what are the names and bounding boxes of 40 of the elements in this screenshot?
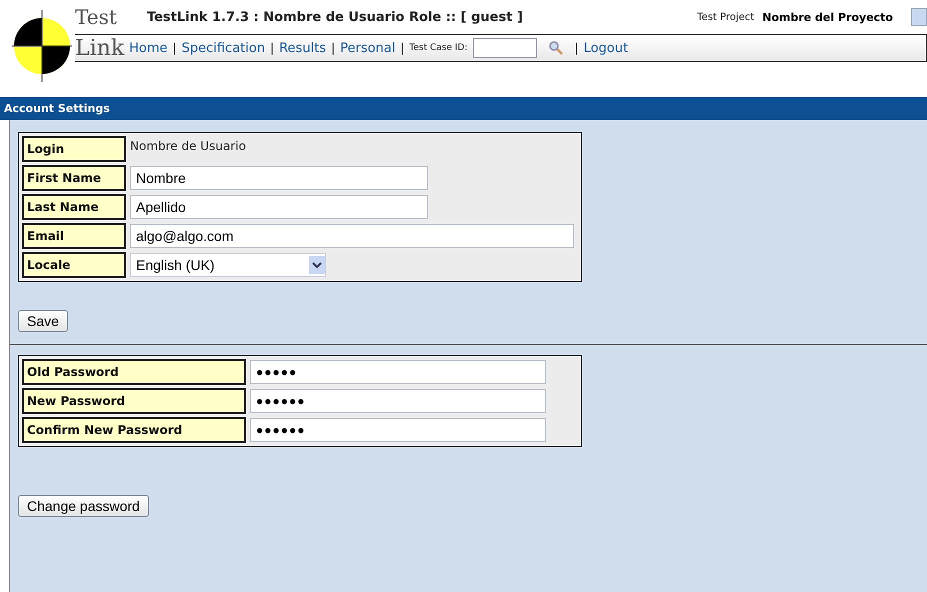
login-value: Nombre de Usuario — [130, 139, 246, 153]
project-name: Nombre del Proyecto — [762, 10, 893, 24]
project-select[interactable] — [911, 8, 927, 26]
nav-link[interactable]: Results — [279, 40, 326, 56]
dropdown-icon — [309, 256, 325, 274]
logo-icon — [12, 10, 72, 82]
change-password-button[interactable]: Change password — [18, 495, 149, 517]
project-label: Test Project — [697, 12, 754, 22]
field-label: First Name — [22, 165, 126, 191]
input-field[interactable]: algo@algo.com — [130, 224, 574, 248]
nav-link[interactable]: Specification — [182, 40, 266, 56]
separator: | — [270, 41, 274, 55]
field-label: Last Name — [22, 194, 126, 220]
separator: | — [331, 41, 336, 55]
field-label: New Password — [22, 388, 246, 414]
password-field[interactable]: ●●●●● — [250, 360, 546, 384]
input-field[interactable]: Apellido — [130, 195, 428, 219]
logo-text: Test — [75, 5, 117, 29]
separator: | — [574, 41, 579, 55]
test-case-label: Test Case ID: — [409, 43, 468, 53]
field-label: Old Password — [22, 359, 246, 385]
separator: | — [400, 41, 404, 55]
logo-text: Link — [75, 36, 124, 60]
locale-select[interactable]: English (UK) — [130, 253, 326, 277]
field-label: Email — [22, 223, 126, 249]
nav-link[interactable]: Home — [129, 40, 168, 56]
password-field[interactable]: ●●●●●● — [250, 389, 546, 413]
test-case-field[interactable] — [472, 38, 537, 58]
save-button[interactable]: Save — [18, 310, 68, 332]
field-label: Login — [22, 136, 126, 162]
password-field[interactable]: ●●●●●● — [250, 418, 546, 442]
input-field[interactable]: Nombre — [130, 166, 428, 190]
section-title: Account Settings — [4, 102, 110, 115]
field-label: Locale — [22, 252, 126, 278]
window-title: TestLink 1.7.3 : Nombre de Usuario Role :: [ guest ] — [146, 10, 524, 24]
search-icon[interactable] — [548, 40, 564, 56]
nav-link[interactable]: Personal — [340, 40, 396, 56]
separator: | — [172, 41, 177, 55]
field-label: Confirm New Password — [22, 417, 246, 443]
logout-link[interactable]: Logout — [584, 40, 628, 56]
